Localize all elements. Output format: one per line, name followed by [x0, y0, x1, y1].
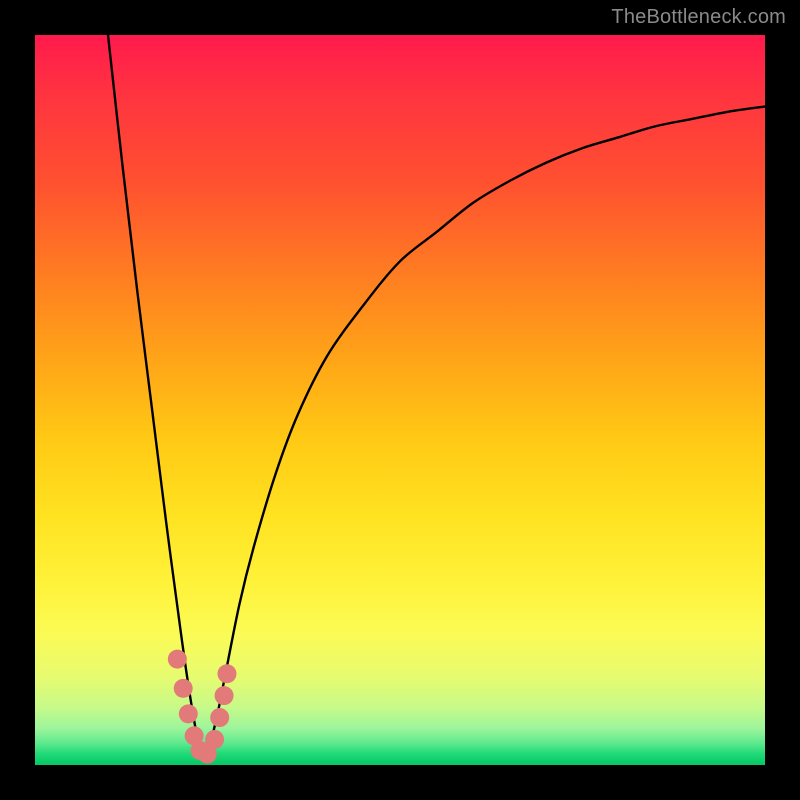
watermark-text: TheBottleneck.com — [611, 6, 786, 29]
accent-dot — [210, 708, 229, 727]
accent-dot — [174, 679, 193, 698]
plot-area — [35, 35, 765, 765]
chart-frame: TheBottleneck.com — [0, 0, 800, 800]
accent-dot — [168, 650, 187, 669]
curve-svg — [35, 35, 765, 765]
bottleneck-curve — [108, 35, 765, 758]
accent-dot-group — [168, 650, 237, 764]
accent-dot — [179, 704, 198, 723]
accent-dot — [215, 686, 234, 705]
accent-dot — [205, 730, 224, 749]
accent-dot — [217, 664, 236, 683]
